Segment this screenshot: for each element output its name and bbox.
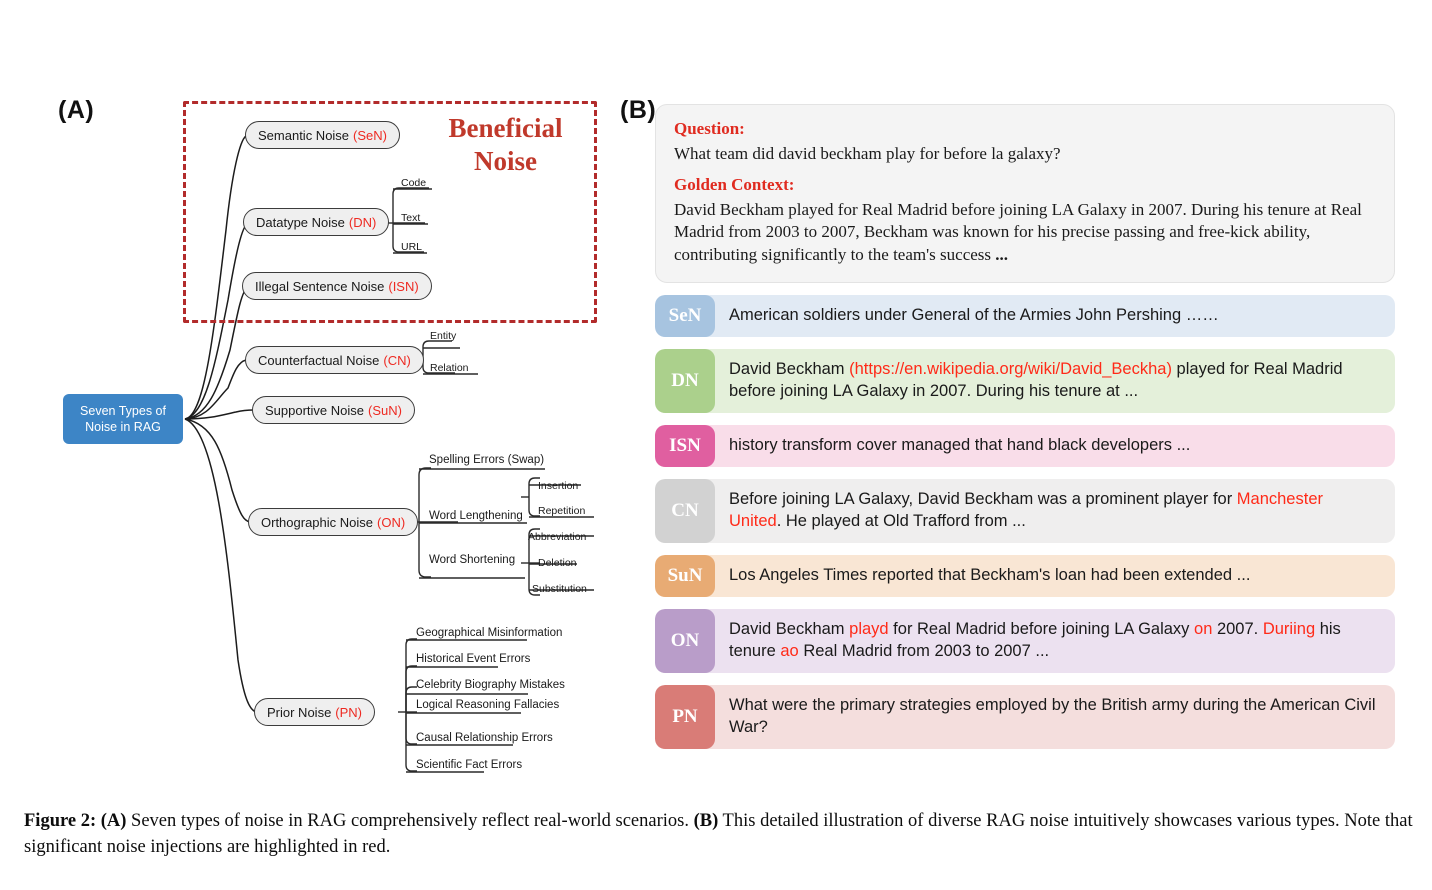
noise-badge: DN bbox=[655, 349, 715, 414]
node-datatype-noise[interactable]: Datatype Noise (DN) bbox=[243, 208, 390, 236]
noise-plain: 2007. bbox=[1212, 620, 1263, 638]
node-prior-noise[interactable]: Prior Noise (PN) bbox=[254, 698, 376, 726]
node-abbr: (CN) bbox=[383, 352, 411, 368]
noise-badge: ON bbox=[655, 609, 715, 673]
noise-plain: What were the primary strategies employe… bbox=[729, 695, 1376, 736]
node-label: Prior Noise bbox=[267, 704, 332, 720]
noise-row[interactable]: ISN history transform cover managed that … bbox=[655, 425, 1395, 468]
caption-a-text: Seven types of noise in RAG comprehensiv… bbox=[126, 811, 694, 831]
noise-text: David Beckham playd for Real Madrid befo… bbox=[715, 609, 1395, 673]
noise-badge: CN bbox=[655, 479, 715, 544]
golden-context-body: David Beckham played for Real Madrid bef… bbox=[674, 199, 1362, 264]
node-label: Semantic Noise bbox=[258, 127, 350, 143]
noise-row[interactable]: DN David Beckham (https://en.wikipedia.or… bbox=[655, 349, 1395, 414]
node-label: Orthographic Noise bbox=[261, 514, 373, 530]
mindmap-root-node[interactable]: Seven Types of Noise in RAG bbox=[63, 394, 183, 444]
caption-figure-number: Figure 2: bbox=[24, 811, 97, 831]
node-counterfactual-noise[interactable]: Counterfactual Noise (CN) bbox=[245, 346, 424, 374]
noise-badge: ISN bbox=[655, 425, 715, 468]
leaf-historical-event-errors: Historical Event Errors bbox=[416, 653, 531, 665]
noise-plain: for Real Madrid before joining LA Galaxy bbox=[888, 620, 1195, 638]
noise-text: Before joining LA Galaxy, David Beckham … bbox=[715, 479, 1395, 543]
leaf-entity: Entity bbox=[430, 330, 457, 342]
node-label: Counterfactual Noise bbox=[258, 352, 380, 368]
noise-plain: history transform cover managed that han… bbox=[729, 436, 1191, 455]
leaf-celebrity-biography-mistakes: Celebrity Biography Mistakes bbox=[416, 679, 565, 691]
noise-badge: SeN bbox=[655, 295, 715, 338]
leaf-scientific-fact-errors: Scientific Fact Errors bbox=[416, 759, 523, 771]
leaf-abbreviation: Abbreviation bbox=[528, 531, 587, 543]
node-orthographic-noise[interactable]: Orthographic Noise (ON) bbox=[248, 508, 419, 536]
noise-row[interactable]: CN Before joining LA Galaxy, David Beckha… bbox=[655, 479, 1395, 544]
node-label: Illegal Sentence Noise bbox=[255, 278, 385, 294]
noise-highlight: Duriing bbox=[1262, 620, 1316, 638]
noise-plain: David Beckham bbox=[729, 360, 850, 379]
leaf-geographical-misinformation: Geographical Misinformation bbox=[416, 627, 563, 639]
leaf-relation: Relation bbox=[430, 362, 469, 374]
node-abbr: (DN) bbox=[348, 214, 377, 230]
noise-text: American soldiers under General of the A… bbox=[715, 295, 1395, 337]
noise-badge: SuN bbox=[655, 555, 715, 597]
noise-highlight: on bbox=[1194, 620, 1213, 638]
noise-row[interactable]: SuN Los Angeles Times reported that Beckh… bbox=[655, 555, 1395, 597]
examples-panel: Question: What team did david beckham pl… bbox=[655, 104, 1395, 749]
question-label: Question: bbox=[674, 119, 745, 138]
noise-plain: Los Angeles Times reported that Beckham'… bbox=[729, 566, 1251, 585]
caption-b-tag: (B) bbox=[693, 811, 719, 831]
caption-a-tag: (A) bbox=[100, 811, 127, 831]
noise-highlight: ao bbox=[780, 641, 799, 660]
node-label: Datatype Noise bbox=[256, 214, 345, 230]
noise-highlight: playd bbox=[849, 620, 889, 638]
golden-context-text: David Beckham played for Real Madrid bef… bbox=[674, 199, 1376, 267]
node-abbr: (SuN) bbox=[368, 402, 402, 418]
beneficial-noise-title: Beneficial Noise bbox=[448, 113, 563, 176]
node-abbr: (SeN) bbox=[353, 127, 387, 143]
leaf-text: Text bbox=[401, 212, 421, 224]
noise-badge: PN bbox=[655, 684, 715, 749]
leaf-logical-reasoning-fallacies: Logical Reasoning Fallacies bbox=[416, 699, 560, 711]
node-abbr: (PN) bbox=[335, 704, 363, 720]
noise-row[interactable]: SeN American soldiers under General of th… bbox=[655, 295, 1395, 338]
noise-plain: American soldiers under General of the A… bbox=[729, 306, 1219, 325]
noise-plain: David Beckham bbox=[729, 620, 850, 638]
noise-row[interactable]: ON David Beckham playd for Real Madrid be… bbox=[655, 609, 1395, 673]
mindmap-panel: (A) Beneficial Noise Seven Types of Nois… bbox=[0, 0, 620, 800]
node-label: Supportive Noise bbox=[265, 402, 364, 418]
leaf-code: Code bbox=[401, 177, 427, 189]
node-abbr: (ON) bbox=[377, 514, 406, 530]
noise-text: David Beckham (https://en.wikipedia.org/… bbox=[715, 349, 1395, 413]
golden-context-label: Golden Context: bbox=[674, 174, 795, 194]
question-golden-card: Question: What team did david beckham pl… bbox=[655, 104, 1395, 284]
leaf-repetition: Repetition bbox=[538, 505, 586, 517]
noise-row[interactable]: PN What were the primary strategies emplo… bbox=[655, 684, 1395, 749]
panel-b-label: (B) bbox=[620, 96, 657, 124]
figure-caption: Figure 2: (A) Seven types of noise in RA… bbox=[24, 808, 1414, 861]
noise-plain: Real Madrid from 2003 to 2007 ... bbox=[798, 641, 1050, 660]
node-abbr: (ISN) bbox=[388, 278, 419, 294]
leaf-spelling-errors: Spelling Errors (Swap) bbox=[429, 454, 545, 466]
question-text: What team did david beckham play for bef… bbox=[674, 144, 1061, 163]
noise-text: What were the primary strategies employe… bbox=[715, 685, 1395, 749]
leaf-url: URL bbox=[401, 241, 423, 253]
leaf-causal-relationship-errors: Causal Relationship Errors bbox=[416, 732, 553, 744]
noise-highlight: (https://en.wikipedia.org/wiki/David_Bec… bbox=[849, 360, 1172, 379]
noise-plain: Before joining LA Galaxy, David Beckham … bbox=[729, 490, 1237, 509]
noise-text: Los Angeles Times reported that Beckham'… bbox=[715, 555, 1395, 597]
leaf-substitution: Substitution bbox=[532, 583, 587, 595]
leaf-deletion: Deletion bbox=[538, 557, 577, 569]
noise-plain: . He played at Old Trafford from ... bbox=[776, 512, 1026, 531]
leaf-word-lengthening: Word Lengthening bbox=[429, 510, 523, 522]
leaf-word-shortening: Word Shortening bbox=[429, 554, 516, 566]
noise-example-list: SeN American soldiers under General of th… bbox=[655, 295, 1395, 749]
node-semantic-noise[interactable]: Semantic Noise (SeN) bbox=[245, 121, 400, 149]
noise-text: history transform cover managed that han… bbox=[715, 425, 1395, 467]
leaf-insertion: Insertion bbox=[538, 480, 579, 492]
node-supportive-noise[interactable]: Supportive Noise (SuN) bbox=[252, 396, 415, 424]
golden-context-ellipsis: ... bbox=[995, 244, 1009, 264]
node-illegal-sentence-noise[interactable]: Illegal Sentence Noise (ISN) bbox=[242, 272, 432, 300]
